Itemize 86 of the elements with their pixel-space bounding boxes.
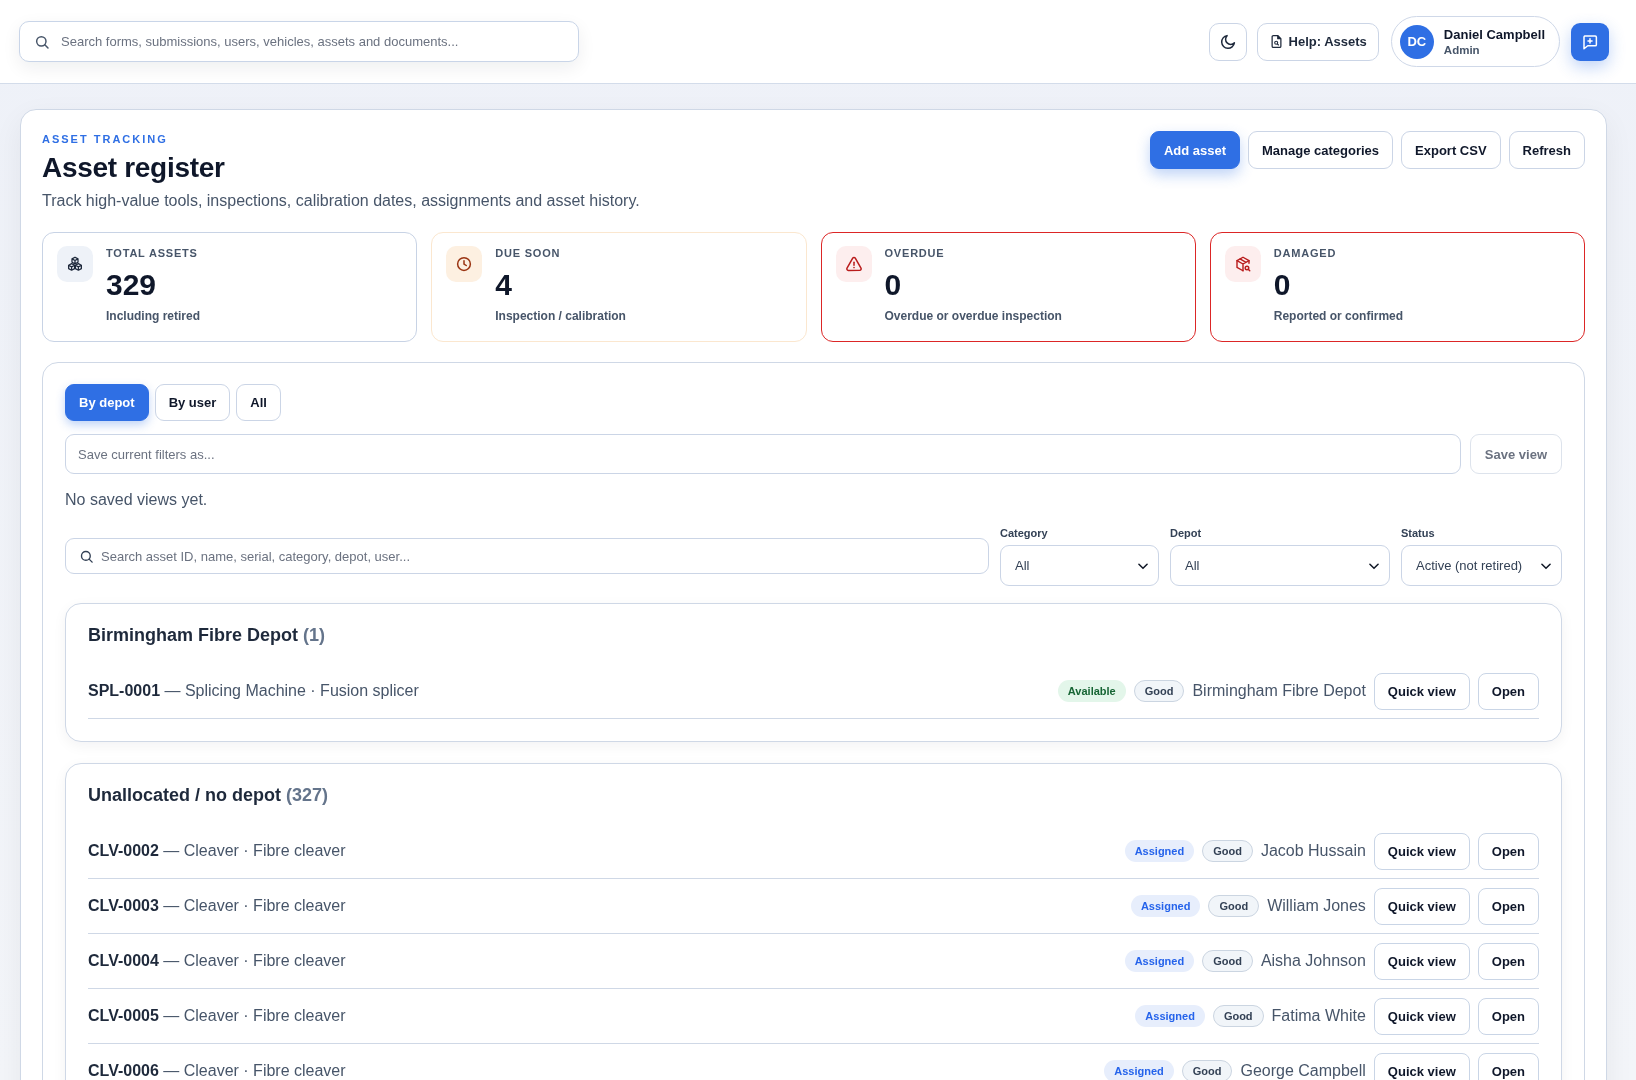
status-badge: Assigned — [1135, 1005, 1205, 1027]
filter-select[interactable]: All — [1000, 545, 1159, 586]
quick-view-button[interactable]: Quick view — [1373, 832, 1470, 870]
filter-select[interactable]: Active (not retired) — [1401, 545, 1562, 586]
condition-badge: Good — [1202, 950, 1253, 972]
asset-holder: Birmingham Fibre Depot — [1192, 682, 1366, 700]
asset-title: CLV-0003 — Cleaver · Fibre cleaver — [88, 897, 346, 915]
stat-label: OVERDUE — [884, 246, 946, 260]
document-search-icon — [1268, 34, 1284, 49]
stat-value: 329 — [106, 268, 158, 302]
user-menu-button[interactable]: DC Daniel Campbell Admin — [1390, 16, 1560, 67]
saved-views-note: No saved views yet. — [65, 490, 209, 510]
group-title: Birmingham Fibre Depot — [88, 624, 298, 646]
status-badge: Available — [1057, 680, 1126, 702]
quick-view-button[interactable]: Quick view — [1373, 942, 1470, 980]
condition-badge: Good — [1133, 680, 1185, 702]
stat-value: 0 — [1273, 268, 1292, 302]
filter-label: Depot — [1170, 526, 1203, 540]
stat-label: TOTAL ASSETS — [106, 246, 199, 260]
stat-value: 0 — [884, 268, 903, 302]
open-button[interactable]: Open — [1477, 832, 1539, 870]
view-tab[interactable]: By user — [154, 384, 231, 421]
quick-view-button[interactable]: Quick view — [1373, 887, 1470, 925]
open-button[interactable]: Open — [1477, 1052, 1539, 1080]
section-eyebrow: ASSET TRACKING — [42, 132, 169, 146]
asset-holder: Jacob Hussain — [1260, 842, 1366, 860]
asset-title: CLV-0005 — Cleaver · Fibre cleaver — [88, 1007, 346, 1025]
moon-icon — [1218, 32, 1237, 51]
open-button[interactable]: Open — [1477, 942, 1539, 980]
help-button[interactable]: Help: Assets — [1256, 22, 1379, 61]
clock-icon — [446, 246, 483, 282]
stat-note: Reported or confirmed — [1273, 308, 1404, 324]
theme-toggle-button[interactable] — [1208, 22, 1247, 61]
page-subtitle: Track high-value tools, inspections, calibration dates, assignments and asset history. — [42, 191, 640, 211]
quick-view-button[interactable]: Quick view — [1373, 1052, 1470, 1080]
quick-view-button[interactable]: Quick view — [1373, 997, 1470, 1035]
package-search-icon — [1224, 246, 1261, 282]
chat-plus-icon — [1581, 32, 1599, 51]
asset-holder: Fatima White — [1271, 1007, 1366, 1025]
open-button[interactable]: Open — [1477, 887, 1539, 925]
stat-note: Including retired — [106, 308, 200, 324]
save-view-field[interactable]: Save current filters as... — [65, 434, 1461, 474]
asset-title: CLV-0006 — Cleaver · Fibre cleaver — [88, 1062, 346, 1080]
filter-select[interactable]: All — [1170, 545, 1390, 586]
page-title: Asset register — [42, 151, 226, 185]
stat-label: DUE SOON — [495, 246, 562, 260]
global-search-field[interactable]: Search forms, submissions, users, vehicles, assets and documents... — [19, 21, 579, 62]
header-action-button[interactable]: Manage categories — [1248, 131, 1394, 169]
stat-note: Overdue or overdue inspection — [884, 308, 1062, 324]
boxes-icon — [57, 246, 93, 282]
asset-title: CLV-0002 — Cleaver · Fibre cleaver — [88, 842, 346, 860]
asset-holder: Aisha Johnson — [1260, 952, 1366, 970]
asset-search-field[interactable]: Search asset ID, name, serial, category, depot, user... — [65, 538, 989, 574]
group-count: (1) — [303, 624, 325, 646]
status-badge: Assigned — [1130, 895, 1201, 917]
view-tab[interactable]: All — [236, 384, 281, 421]
status-badge: Assigned — [1104, 1060, 1174, 1080]
condition-badge: Good — [1181, 1060, 1233, 1080]
condition-badge: Good — [1208, 895, 1260, 917]
user-name: Daniel Campbell — [1443, 26, 1545, 43]
stat-note: Inspection / calibration — [495, 308, 626, 324]
avatar-initials: DC — [1399, 24, 1434, 59]
condition-badge: Good — [1212, 1005, 1264, 1027]
condition-badge: Good — [1202, 840, 1253, 862]
open-button[interactable]: Open — [1477, 672, 1539, 710]
view-tab[interactable]: By depot — [65, 384, 149, 421]
asset-title: SPL-0001 — Splicing Machine · Fusion splicer — [88, 682, 419, 700]
asset-holder: William Jones — [1267, 897, 1366, 915]
new-message-button[interactable] — [1571, 22, 1609, 61]
user-role: Admin — [1443, 42, 1481, 57]
stat-label: DAMAGED — [1273, 246, 1338, 260]
group-title: Unallocated / no depot — [88, 784, 281, 806]
status-badge: Assigned — [1124, 950, 1195, 972]
open-button[interactable]: Open — [1477, 997, 1539, 1035]
filter-label: Status — [1401, 526, 1436, 540]
stat-value: 4 — [495, 268, 513, 302]
header-action-button[interactable]: Refresh — [1508, 131, 1585, 169]
warning-icon — [835, 246, 872, 282]
filter-label: Category — [1000, 526, 1049, 540]
header-action-button[interactable]: Export CSV — [1401, 131, 1501, 169]
status-badge: Assigned — [1124, 840, 1195, 862]
asset-holder: George Campbell — [1240, 1062, 1366, 1080]
header-action-button[interactable]: Add asset — [1149, 131, 1240, 169]
asset-title: CLV-0004 — Cleaver · Fibre cleaver — [88, 952, 346, 970]
group-count: (327) — [286, 784, 329, 806]
quick-view-button[interactable]: Quick view — [1373, 672, 1470, 710]
